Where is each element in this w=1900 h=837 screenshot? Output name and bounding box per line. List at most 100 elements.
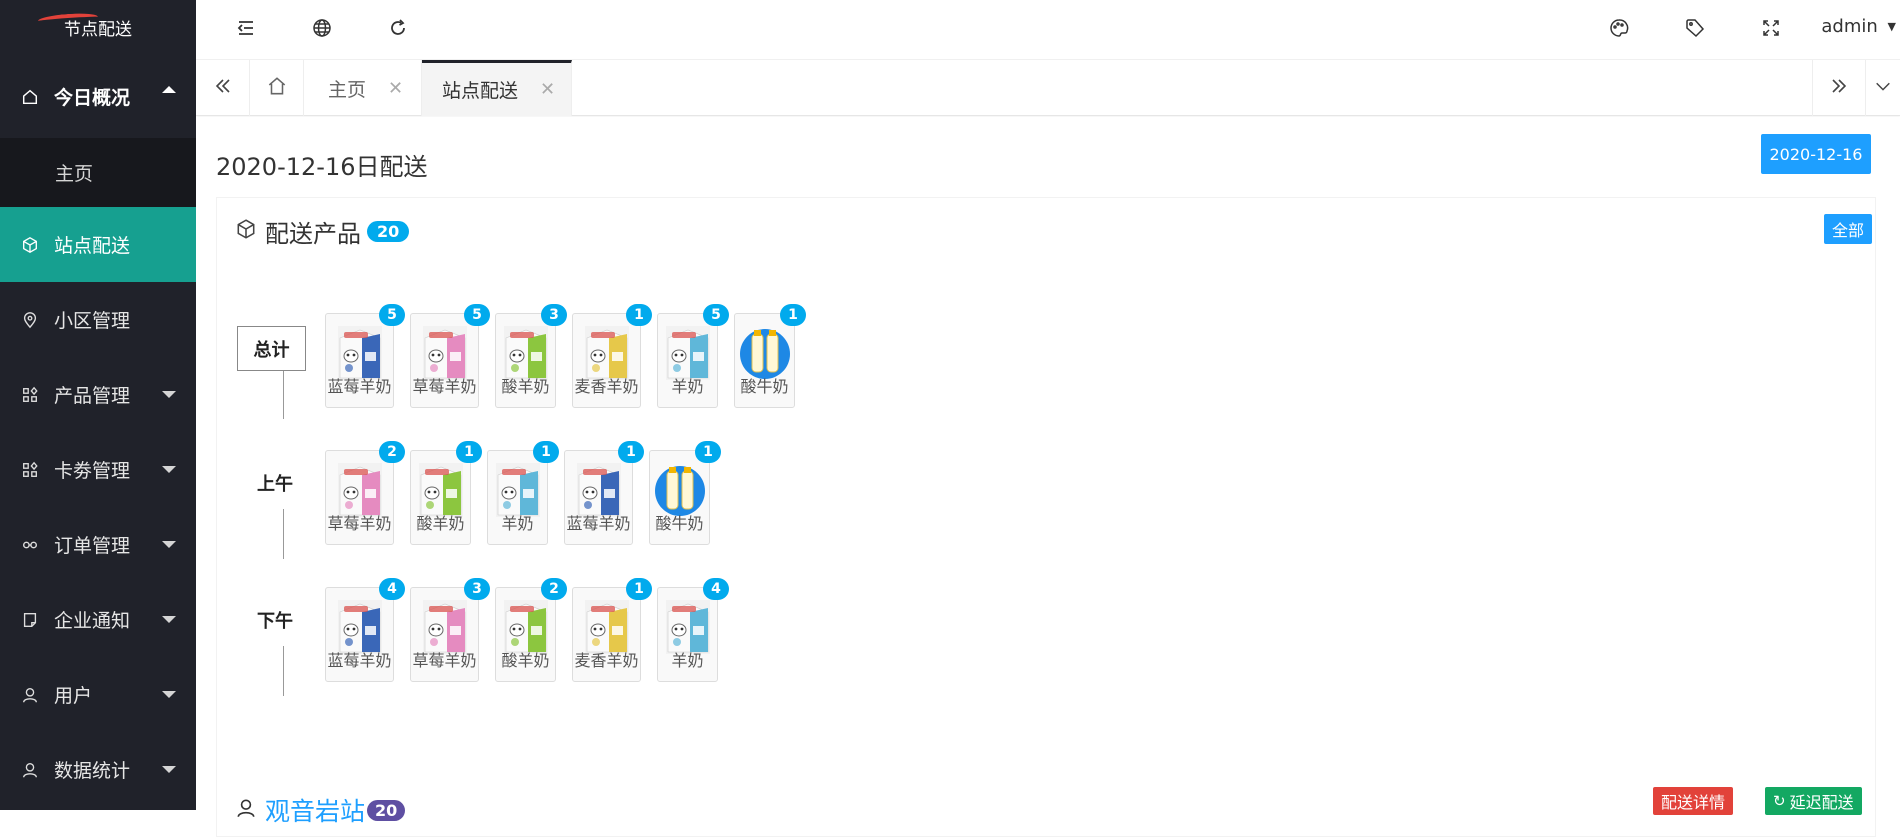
sidebar-item-label: 用户 (54, 681, 92, 708)
product-name: 酸牛奶 (735, 373, 794, 397)
all-button[interactable]: 全部 (1824, 214, 1872, 244)
sidebar-item-overview[interactable]: 今日概况 (0, 55, 196, 138)
station-header: 观音岩站 20 (235, 792, 405, 828)
page-title: 2020-12-16日配送 (216, 147, 427, 182)
product-card[interactable]: 草莓羊奶3 (410, 587, 479, 682)
caret-down-icon (162, 466, 176, 473)
product-count-badge: 5 (379, 304, 405, 326)
sidebar-item-label: 卡劵管理 (54, 456, 130, 483)
sidebar-item-home[interactable]: 主页 (0, 138, 196, 207)
chevron-down-icon (1874, 77, 1892, 99)
user-menu[interactable]: admin ▼ (1821, 16, 1896, 37)
product-count-badge: 1 (618, 441, 644, 463)
sidebar-item-coupons[interactable]: 卡劵管理 (0, 432, 196, 507)
sidebar-item-station-delivery[interactable]: 站点配送 (0, 207, 196, 282)
box-icon (235, 218, 265, 246)
delay-delivery-button[interactable]: ↻ 延迟配送 (1765, 787, 1862, 815)
sidebar-item-label: 主页 (55, 159, 93, 186)
group-label-afternoon: 下午 (245, 607, 305, 633)
product-count-badge: 4 (379, 578, 405, 600)
product-card[interactable]: 蓝莓羊奶1 (564, 450, 633, 545)
fullscreen-icon[interactable] (1759, 16, 1783, 40)
tag-icon[interactable] (1683, 16, 1707, 40)
product-count-badge: 3 (541, 304, 567, 326)
timeline-line (283, 509, 284, 559)
double-chevron-left-icon (213, 76, 233, 100)
product-count-badge: 2 (541, 578, 567, 600)
product-card[interactable]: 麦香羊奶1 (572, 587, 641, 682)
close-icon[interactable]: ✕ (540, 79, 555, 100)
refresh-icon[interactable] (386, 16, 410, 40)
caret-down-icon (162, 691, 176, 698)
product-card[interactable]: 草莓羊奶5 (410, 313, 479, 408)
user-icon (235, 797, 265, 823)
main-content: 2020-12-16日配送 2020-12-16 配送产品 20 全部 总计 上… (196, 117, 1900, 810)
tab-scroll-right-button[interactable] (1812, 60, 1866, 116)
timeline-line (283, 371, 284, 419)
product-card[interactable]: 蓝莓羊奶5 (325, 313, 394, 408)
product-card[interactable]: 麦香羊奶1 (572, 313, 641, 408)
product-count-badge: 1 (695, 441, 721, 463)
tab-options-button[interactable] (1866, 60, 1900, 116)
product-card[interactable]: 酸牛奶1 (649, 450, 710, 545)
product-card[interactable]: 酸羊奶1 (410, 450, 471, 545)
collapse-menu-icon[interactable] (234, 16, 258, 40)
group-label-morning: 上午 (245, 470, 305, 496)
home-icon (20, 87, 40, 107)
product-name: 酸羊奶 (496, 647, 555, 671)
product-name: 草莓羊奶 (411, 373, 478, 397)
product-card[interactable]: 酸羊奶3 (495, 313, 556, 408)
sidebar-item-products[interactable]: 产品管理 (0, 357, 196, 432)
sidebar-item-users[interactable]: 用户 (0, 657, 196, 732)
box-icon (20, 235, 40, 255)
sidebar-item-label: 小区管理 (54, 306, 130, 333)
product-count-badge: 1 (780, 304, 806, 326)
sidebar: 节点配送 今日概况 主页 站点配送 小区管理 产品管理 卡劵管理 (0, 0, 196, 810)
product-count-badge: 20 (367, 221, 409, 242)
product-name: 酸羊奶 (411, 510, 470, 534)
home-icon (266, 75, 288, 101)
username: admin (1821, 16, 1877, 37)
tab-bar: 主页 ✕ 站点配送 ✕ (196, 60, 1900, 116)
product-name: 草莓羊奶 (326, 510, 393, 534)
chevron-down-icon: ▼ (1888, 20, 1896, 33)
product-count-badge: 1 (626, 578, 652, 600)
product-card[interactable]: 蓝莓羊奶4 (325, 587, 394, 682)
product-card[interactable]: 酸牛奶1 (734, 313, 795, 408)
product-name: 蓝莓羊奶 (565, 510, 632, 534)
station-count-badge: 20 (367, 800, 405, 821)
close-icon[interactable]: ✕ (388, 78, 403, 99)
product-count-badge: 1 (456, 441, 482, 463)
product-name: 酸牛奶 (650, 510, 709, 534)
product-count-badge: 1 (533, 441, 559, 463)
tab-label: 站点配送 (442, 76, 518, 103)
sidebar-item-statistics[interactable]: 数据统计 (0, 732, 196, 807)
delivery-details-button[interactable]: 配送详情 (1653, 787, 1733, 815)
product-card[interactable]: 草莓羊奶2 (325, 450, 394, 545)
sidebar-item-label: 产品管理 (54, 381, 130, 408)
caret-down-icon (162, 616, 176, 623)
product-name: 蓝莓羊奶 (326, 647, 393, 671)
date-picker-button[interactable]: 2020-12-16 (1761, 134, 1871, 174)
globe-icon[interactable] (310, 16, 334, 40)
sidebar-item-orders[interactable]: 订单管理 (0, 507, 196, 582)
sidebar-item-notices[interactable]: 企业通知 (0, 582, 196, 657)
product-card[interactable]: 酸羊奶2 (495, 587, 556, 682)
product-card[interactable]: 羊奶4 (657, 587, 718, 682)
product-count-badge: 5 (464, 304, 490, 326)
sidebar-item-community[interactable]: 小区管理 (0, 282, 196, 357)
section-title-text: 配送产品 (265, 214, 361, 249)
tab-scroll-left-button[interactable] (196, 60, 250, 116)
tab-home[interactable]: 主页 ✕ (304, 60, 422, 116)
theme-palette-icon[interactable] (1607, 16, 1631, 40)
product-card[interactable]: 羊奶1 (487, 450, 548, 545)
product-name: 羊奶 (488, 510, 547, 534)
app-logo[interactable]: 节点配送 (0, 0, 196, 55)
tab-home-button[interactable] (250, 60, 304, 116)
tab-station-delivery[interactable]: 站点配送 ✕ (422, 60, 572, 116)
product-name: 蓝莓羊奶 (326, 373, 393, 397)
station-name-link[interactable]: 观音岩站 (265, 792, 365, 828)
caret-down-icon (162, 766, 176, 773)
product-card[interactable]: 羊奶5 (657, 313, 718, 408)
product-name: 麦香羊奶 (573, 373, 640, 397)
